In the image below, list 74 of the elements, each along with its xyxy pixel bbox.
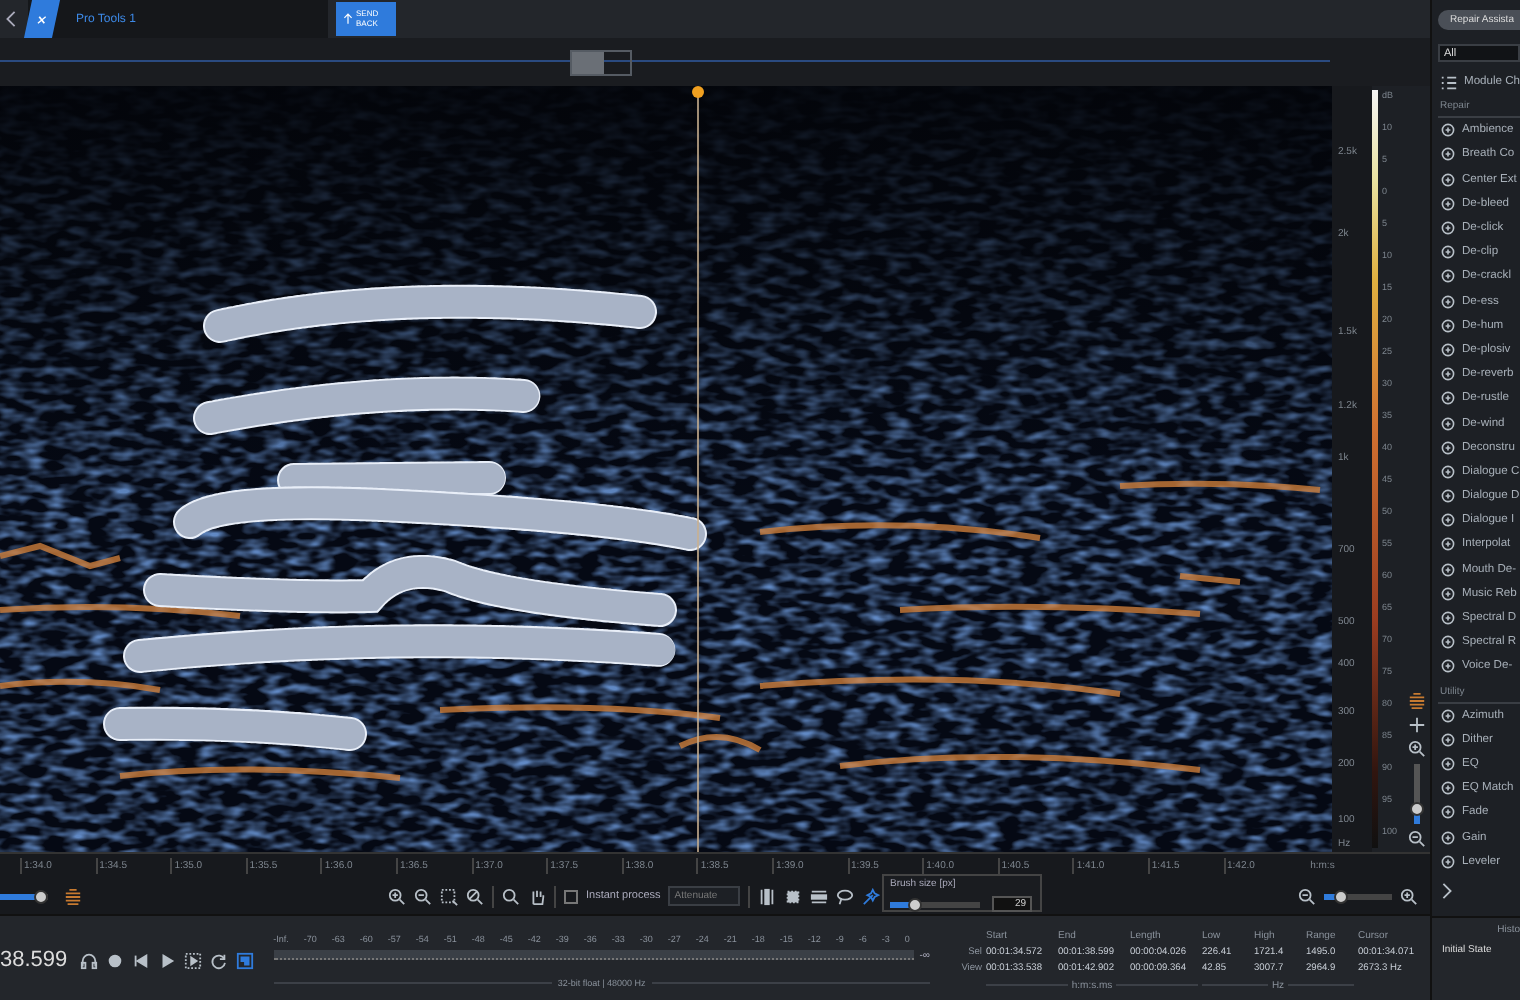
module-icon [1440,829,1456,846]
module-icon [1440,317,1456,334]
instant-process-checkbox[interactable] [564,889,578,903]
module-icon [1440,439,1456,456]
scroll-slider[interactable] [0,893,48,899]
arrow-up-icon [342,12,354,26]
wand-icon[interactable] [861,887,880,905]
follow-icon[interactable] [235,951,254,969]
module-icon [1440,220,1456,237]
module-icon [1440,585,1456,602]
module-icon [1440,463,1456,480]
module-icon [1440,536,1456,553]
module-icon [1440,146,1456,163]
brush-selection[interactable] [173,486,707,551]
zoom-in-icon[interactable] [388,887,406,905]
skip-back-icon[interactable] [131,951,150,969]
zoom-in-icon[interactable] [1407,740,1425,758]
brush-selection[interactable] [103,706,367,751]
record-icon[interactable] [105,951,124,969]
brush-selection[interactable] [143,555,677,627]
module-icon [1440,244,1456,261]
module-icon [1440,171,1456,188]
module-icon [1440,366,1456,383]
module-icon [1440,122,1456,139]
horizontal-zoom-slider[interactable] [1324,893,1392,899]
close-tab-button[interactable] [23,0,61,38]
close-icon [32,11,52,27]
zoom-out-icon[interactable] [414,887,432,905]
module-icon [1440,804,1456,821]
brush-size-slider[interactable] [890,901,980,907]
brush-selection[interactable] [193,376,541,435]
module-icon [1440,195,1456,212]
zoom-out-icon[interactable] [1407,830,1425,848]
brush-selection[interactable] [203,284,657,343]
frequency-selection-icon[interactable] [809,887,828,905]
module-icon [1440,634,1456,651]
lasso-icon[interactable] [835,887,854,905]
back-chevron-icon[interactable] [2,10,20,28]
module-icon [1440,268,1456,285]
zoom-out-icon[interactable] [1298,887,1316,905]
hand-icon[interactable] [528,887,546,905]
module-icon [1440,755,1456,772]
rectangle-selection-icon[interactable] [783,887,802,905]
crosshair-icon[interactable] [1407,716,1425,734]
module-icon [1440,707,1456,724]
brush-selection[interactable] [123,624,677,673]
module-icon [1440,341,1456,358]
module-icon [1440,512,1456,529]
module-icon [1440,390,1456,407]
play-icon[interactable] [157,951,176,969]
module-icon [1440,293,1456,310]
overview-viewport[interactable] [570,49,632,75]
vertical-zoom-slider[interactable] [1413,764,1419,824]
module-icon [1440,415,1456,432]
time-selection-icon[interactable] [757,887,776,905]
brush-selection[interactable] [277,461,507,497]
zoom-selection-icon[interactable] [440,887,458,905]
module-icon [1440,853,1456,870]
zoom-fit-icon[interactable] [466,887,484,905]
time-display: 38.599 [0,948,68,972]
module-icon [1440,731,1456,748]
module-icon [1440,780,1456,797]
headphones-icon[interactable] [79,951,98,969]
module-icon [1440,658,1456,675]
chevron-right-icon[interactable] [1438,881,1456,900]
module-icon [1440,561,1456,578]
zoom-in-icon[interactable] [1400,887,1418,905]
zoom-icon[interactable] [502,887,520,905]
module-icon [1440,610,1456,627]
list-icon [1440,73,1458,92]
loop-icon[interactable] [209,951,228,969]
module-icon [1440,488,1456,505]
playhead[interactable] [692,86,704,852]
play-selection-icon[interactable] [183,951,202,969]
